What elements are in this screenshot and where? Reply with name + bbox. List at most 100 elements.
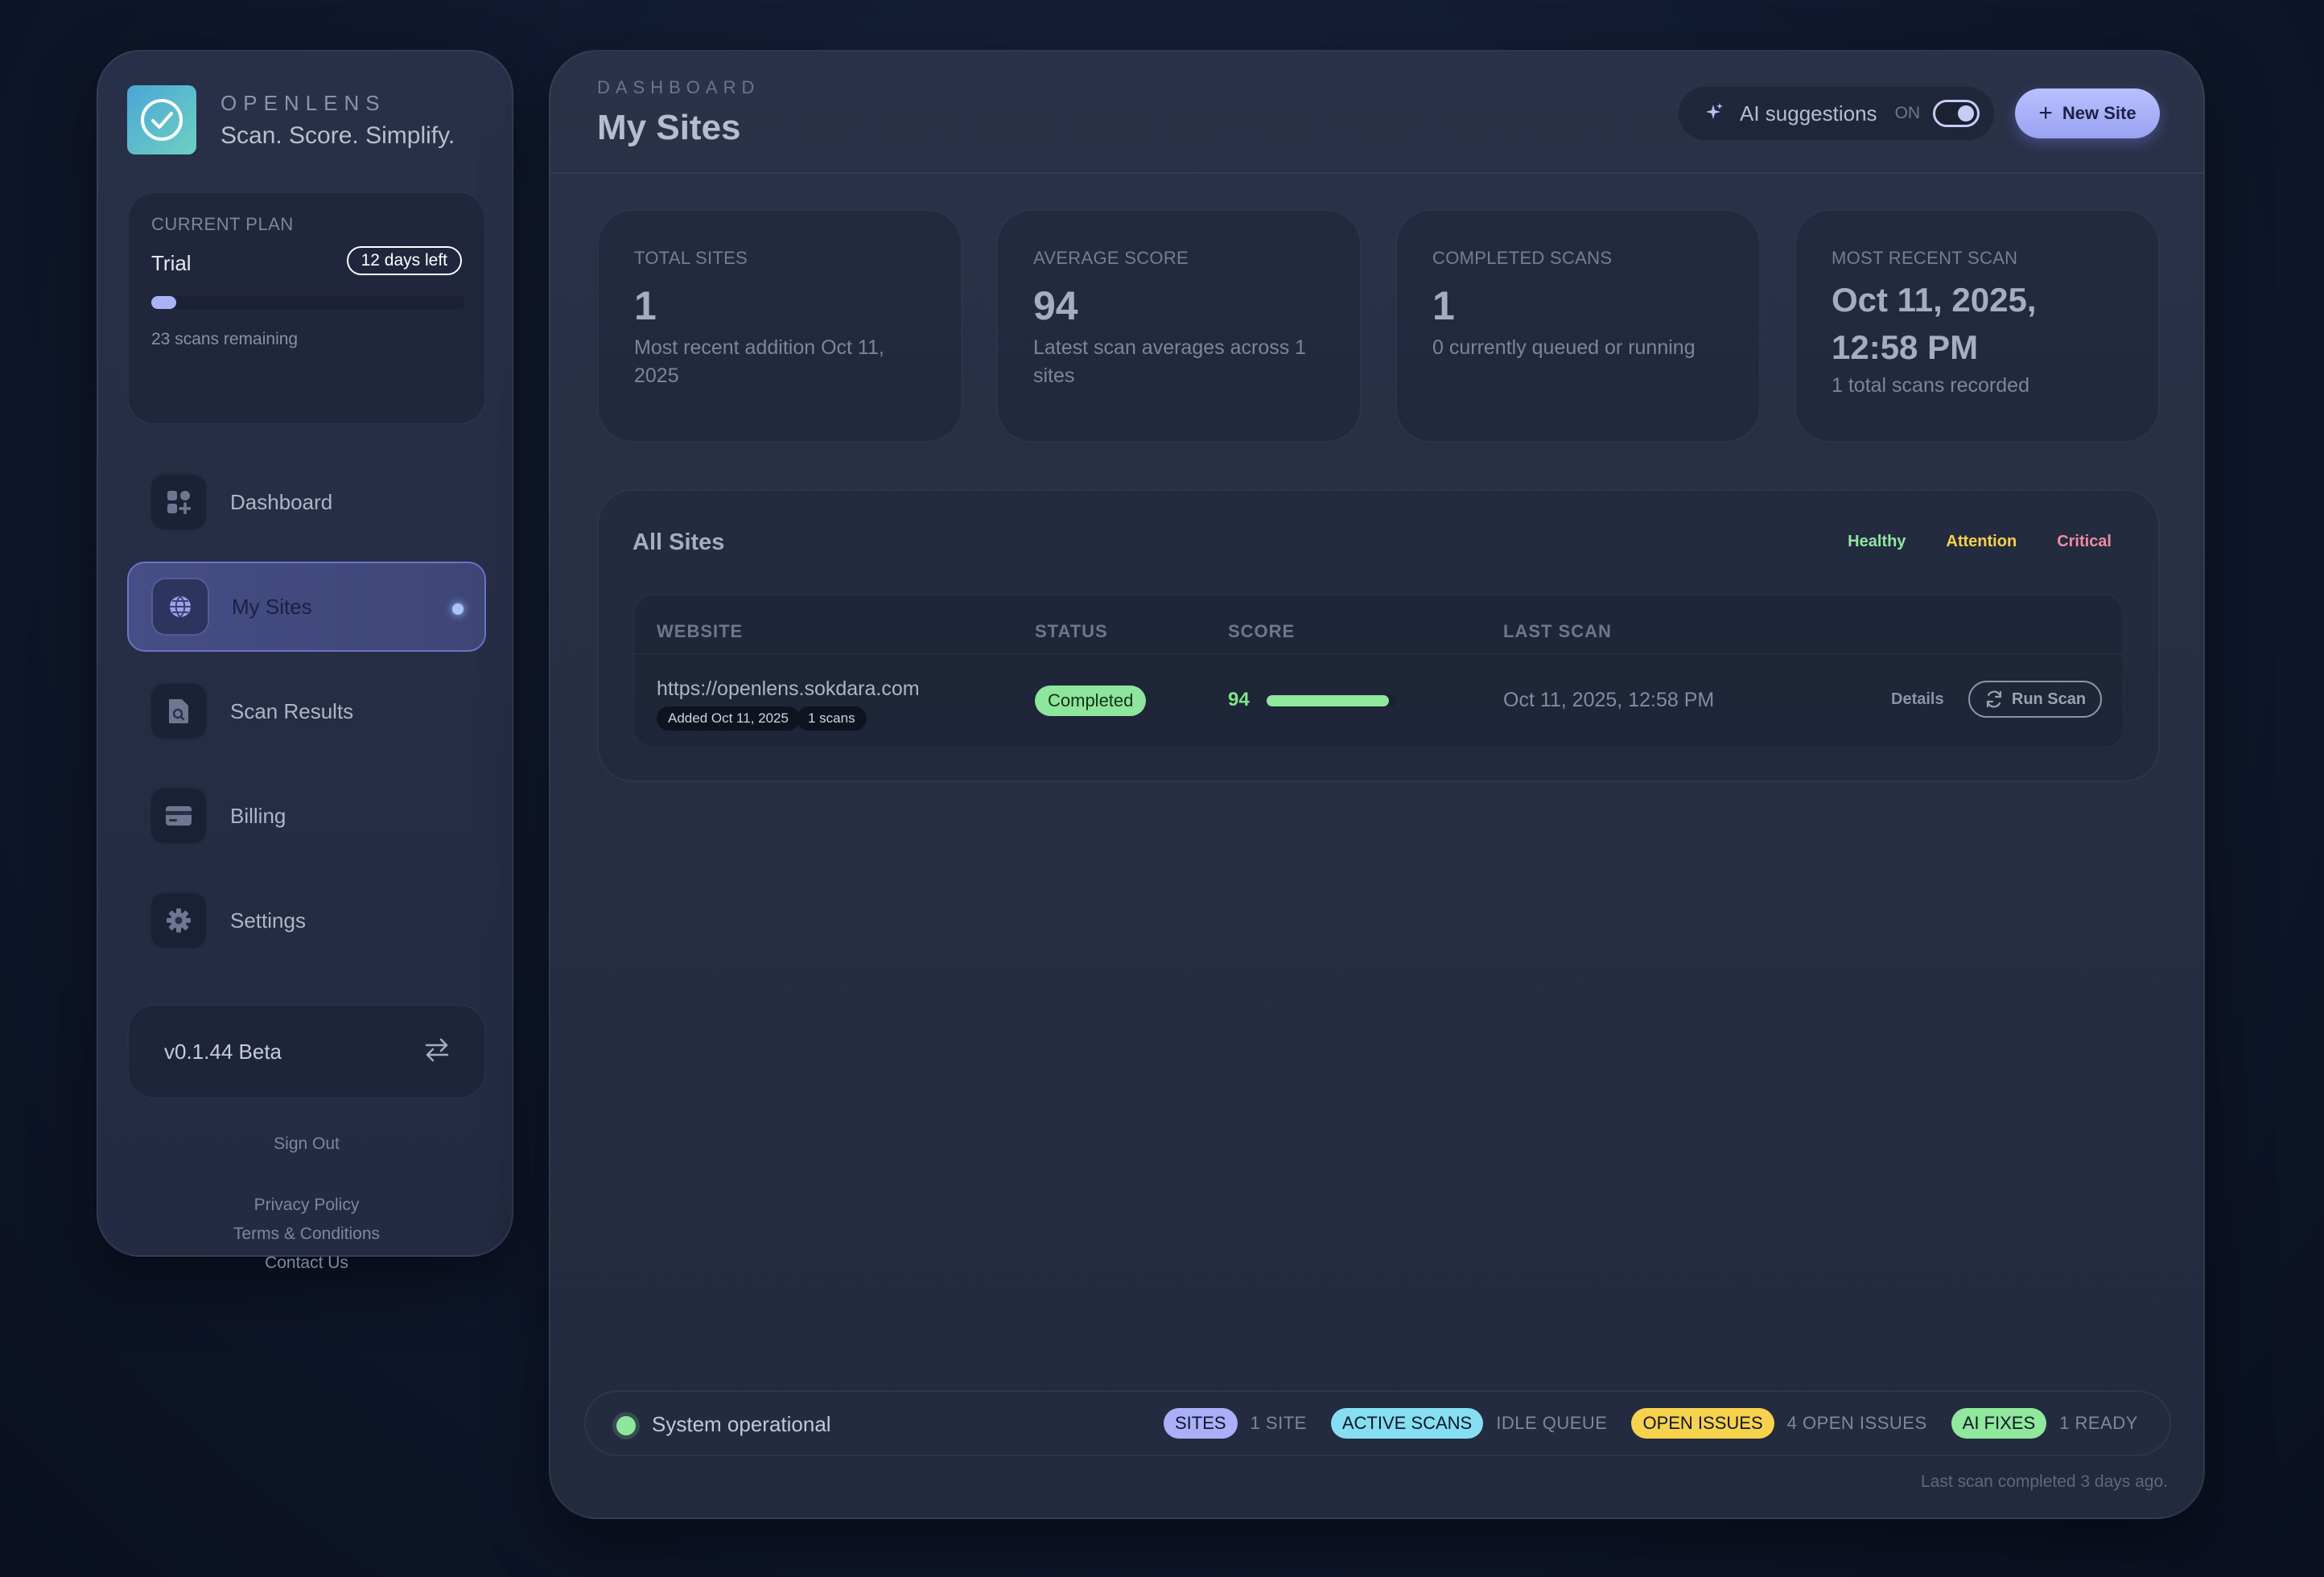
column-header[interactable]: LAST SCAN [1503, 621, 1612, 642]
stat-value: 1 [634, 283, 657, 328]
stat-label: TOTAL SITES [634, 248, 748, 268]
credit-card-icon [150, 787, 208, 845]
details-button[interactable]: Details [1891, 690, 1944, 709]
sidebar-item-label: My Sites [232, 594, 312, 619]
section-title: All Sites [633, 529, 725, 555]
chip-ai-fixes[interactable]: AI FIXES [1951, 1408, 2047, 1439]
plan-usage-bar [151, 296, 465, 309]
run-scan-label: Run Scan [2011, 690, 2087, 708]
check-circle-icon [127, 85, 196, 154]
privacy-policy-link[interactable]: Privacy Policy [98, 1191, 515, 1220]
status-chips: SITES 1 SITE ACTIVE SCANS IDLE QUEUE OPE… [1164, 1408, 2138, 1439]
breadcrumb: DASHBOARD [597, 77, 760, 97]
stats-row: TOTAL SITES 1 Most recent addition Oct 1… [597, 209, 2160, 443]
version-label: v0.1.44 Beta [164, 1039, 282, 1064]
sparkle-icon [1703, 101, 1724, 126]
scan-count-badge: 1 scans [797, 706, 867, 731]
sidebar-item-label: Dashboard [230, 489, 333, 514]
stat-card-completed-scans: COMPLETED SCANS 1 0 currently queued or … [1395, 209, 1761, 443]
stat-subtext: 0 currently queued or running [1432, 336, 1696, 359]
status-badge: Completed [1035, 686, 1147, 716]
active-indicator-dot [452, 603, 464, 615]
sidebar-item-billing[interactable]: Billing [127, 771, 486, 861]
brand[interactable]: OPENLENS Scan. Score. Simplify. [127, 85, 455, 154]
run-scan-button[interactable]: Run Scan [1968, 681, 2102, 718]
stat-value: Oct 11, 2025, 12:58 PM [1832, 281, 2037, 366]
chip-description: IDLE QUEUE [1496, 1413, 1608, 1433]
legal-links: Privacy Policy Terms & Conditions Contac… [98, 1191, 515, 1278]
ai-suggestions-label: AI suggestions [1740, 101, 1877, 126]
stat-value: 94 [1033, 283, 1078, 328]
brand-name: OPENLENS [220, 90, 386, 115]
stat-card-total-sites: TOTAL SITES 1 Most recent addition Oct 1… [597, 209, 962, 443]
sidebar-item-scan-results[interactable]: Scan Results [127, 666, 486, 756]
chip-sites[interactable]: SITES [1164, 1408, 1238, 1439]
globe-icon [151, 578, 209, 636]
chip-description: 4 OPEN ISSUES [1786, 1413, 1927, 1433]
plan-name: Trial [151, 251, 192, 275]
sidebar-item-label: Scan Results [230, 698, 354, 723]
sidebar-item-label: Billing [230, 803, 286, 828]
sidebar-item-label: Settings [230, 908, 306, 933]
swap-arrows-icon[interactable] [423, 1038, 451, 1066]
site-url[interactable]: https://openlens.sokdara.com [657, 677, 920, 701]
ai-state-label: ON [1894, 104, 1921, 122]
score-bar-fill [1267, 695, 1390, 706]
plan-card: CURRENT PLAN Trial 12 days left 23 scans… [127, 191, 486, 425]
sidebar: OPENLENS Scan. Score. Simplify. CURRENT … [97, 50, 515, 1272]
stat-card-most-recent-scan: MOST RECENT SCAN Oct 11, 2025, 12:58 PM … [1795, 209, 2160, 443]
legend-healthy: Healthy [1848, 533, 1906, 550]
page-header: DASHBOARD My Sites AI suggestions ON + N… [550, 51, 2203, 174]
system-status-bar: System operational SITES 1 SITE ACTIVE S… [584, 1390, 2171, 1456]
table-divider [634, 653, 2123, 655]
new-site-label: New Site [2062, 103, 2137, 123]
score-bar [1267, 695, 1397, 706]
column-header[interactable]: SCORE [1228, 621, 1295, 642]
stat-subtext: 1 total scans recorded [1832, 373, 2029, 397]
switch-knob [1958, 105, 1975, 121]
sidebar-item-dashboard[interactable]: Dashboard [127, 457, 486, 547]
plus-icon: + [2038, 100, 2053, 126]
sidebar-item-my-sites[interactable]: My Sites [127, 562, 486, 652]
gear-icon [150, 891, 208, 949]
plan-label: CURRENT PLAN [151, 214, 294, 234]
contact-link[interactable]: Contact Us [98, 1249, 515, 1278]
status-indicator-dot [616, 1416, 636, 1435]
column-header[interactable]: STATUS [1035, 621, 1108, 642]
stat-label: AVERAGE SCORE [1033, 248, 1189, 268]
stat-subtext: Most recent addition Oct 11, 2025 [634, 336, 884, 387]
column-header[interactable]: WEBSITE [657, 621, 743, 642]
stat-label: MOST RECENT SCAN [1832, 248, 2018, 268]
sites-table: WEBSITE STATUS SCORE LAST SCAN https://o… [633, 594, 2124, 748]
sidebar-item-settings[interactable]: Settings [127, 875, 486, 966]
all-sites-card: All Sites Healthy Attention Critical WEB… [597, 489, 2160, 782]
terms-link[interactable]: Terms & Conditions [98, 1220, 515, 1249]
chip-open-issues[interactable]: OPEN ISSUES [1631, 1408, 1774, 1439]
ai-suggestions-toggle[interactable]: AI suggestions ON [1677, 85, 1996, 142]
brand-tagline: Scan. Score. Simplify. [220, 121, 455, 149]
scans-remaining: 23 scans remaining [151, 330, 299, 348]
footer-links: Sign Out [98, 1085, 515, 1154]
chip-active-scans[interactable]: ACTIVE SCANS [1330, 1408, 1484, 1439]
stat-card-average-score: AVERAGE SCORE 94 Latest scan averages ac… [996, 209, 1362, 443]
added-date-badge: Added Oct 11, 2025 [657, 706, 800, 731]
grid-icon [150, 473, 208, 531]
stat-label: COMPLETED SCANS [1432, 248, 1613, 268]
new-site-button[interactable]: + New Site [2015, 89, 2160, 138]
last-scan-time: Oct 11, 2025, 12:58 PM [1503, 689, 1715, 711]
stat-subtext: Latest scan averages across 1 sites [1033, 336, 1307, 387]
main-panel: DASHBOARD My Sites AI suggestions ON + N… [549, 50, 2205, 1519]
ai-toggle-switch[interactable] [1933, 100, 1980, 127]
document-search-icon [150, 682, 208, 740]
score-value: 94 [1228, 689, 1250, 710]
legend-critical: Critical [2057, 533, 2112, 550]
system-status-text: System operational [652, 1412, 831, 1436]
status-legend: Healthy Attention Critical [1807, 533, 2112, 551]
refresh-icon [1984, 690, 2004, 709]
sign-out-link[interactable]: Sign Out [98, 1134, 515, 1154]
last-scan-footnote: Last scan completed 3 days ago. [1920, 1472, 2168, 1491]
chip-description: 1 SITE [1250, 1413, 1307, 1433]
days-left-badge: 12 days left [346, 246, 462, 275]
page-title: My Sites [597, 108, 741, 147]
legend-attention: Attention [1946, 533, 2017, 550]
